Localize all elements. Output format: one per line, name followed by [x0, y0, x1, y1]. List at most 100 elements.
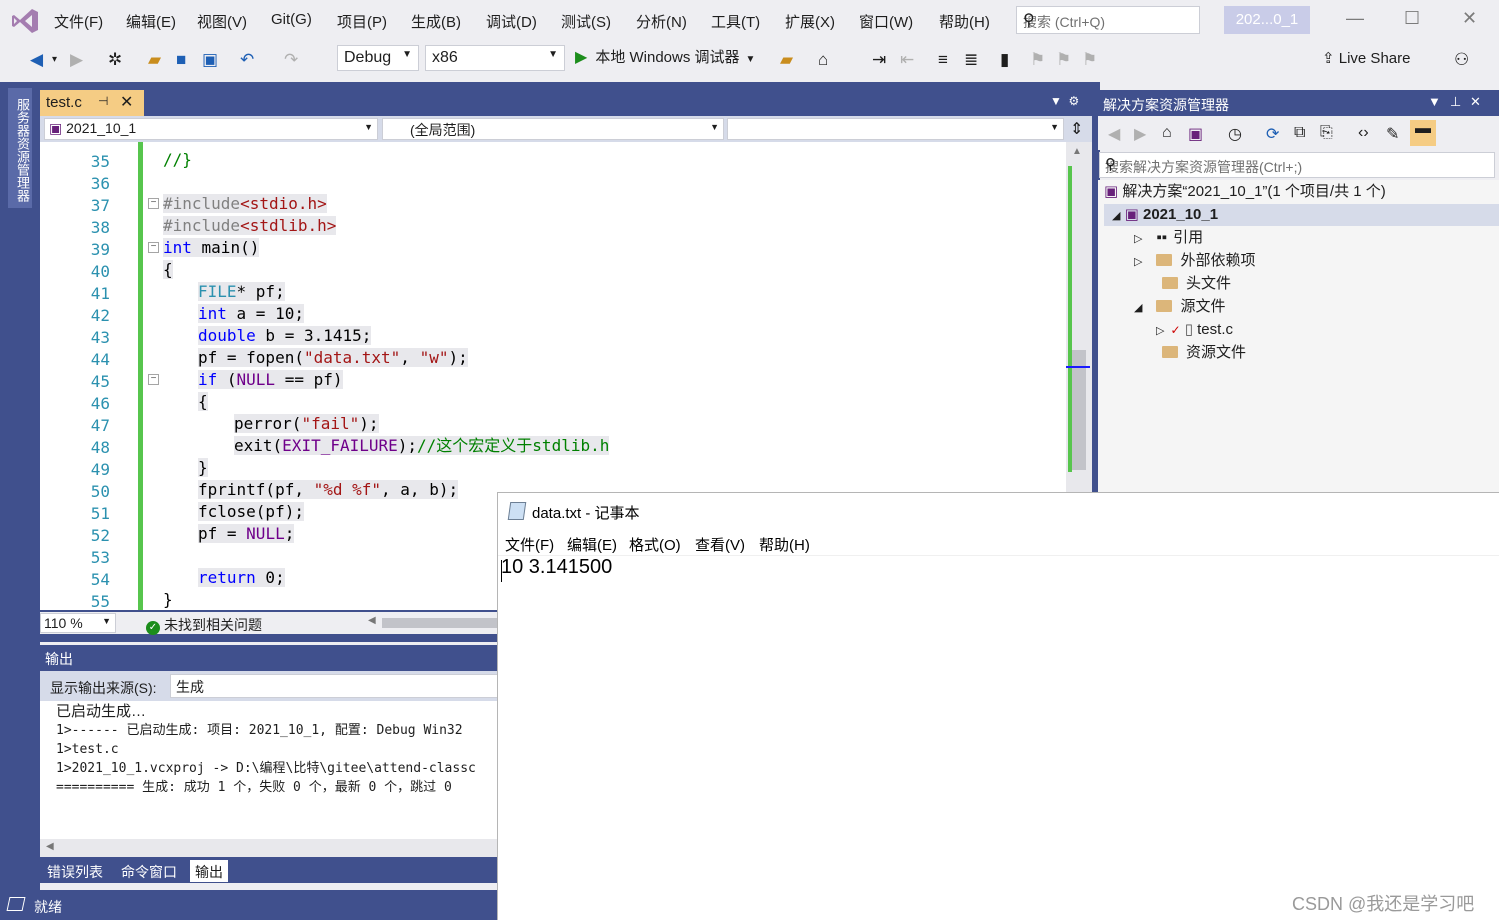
minimize-icon[interactable]: — [1346, 8, 1364, 29]
next-bookmark-icon[interactable]: ⚑ [1056, 50, 1071, 70]
zoom-select[interactable]: 110 % ▼ [40, 613, 116, 633]
properties-icon[interactable]: ✎ [1386, 124, 1399, 144]
close-tab-icon[interactable]: ✕ [120, 92, 133, 112]
menu-file[interactable]: 文件(F) [54, 11, 103, 32]
expand-arrow-icon[interactable]: ▷ [1134, 256, 1142, 268]
tab-overflow-icon[interactable]: ▼ ⚙ [1050, 94, 1079, 108]
tab-command-window[interactable]: 命令窗口 [116, 860, 182, 882]
expand-arrow-icon[interactable]: ▷ [1134, 233, 1142, 245]
collapse-all-icon[interactable]: ⧉ [1294, 124, 1305, 142]
menu-project[interactable]: 项目(P) [337, 11, 387, 32]
maximize-icon[interactable]: ☐ [1404, 8, 1420, 29]
tree-item-project[interactable]: ◢ ▣ 2021_10_1 [1112, 204, 1218, 226]
close-icon[interactable]: ✕ [1462, 8, 1477, 29]
configuration-select[interactable]: Debug ▼ [337, 45, 419, 71]
collapse-arrow-icon[interactable]: ◢ [1112, 210, 1120, 222]
live-share-button[interactable]: ⇪ Live Share [1322, 49, 1410, 67]
comment-icon[interactable]: ≡ [938, 50, 948, 70]
tab-error-list[interactable]: 错误列表 [42, 860, 108, 882]
open-folder-icon[interactable]: ▰ [148, 50, 161, 70]
menu-window[interactable]: 窗口(W) [859, 11, 913, 32]
diagnostics-icon[interactable]: ⌂ [818, 50, 828, 70]
output-text-area[interactable]: 已启动生成… 1>------ 已启动生成: 项目: 2021_10_1, 配置… [40, 701, 500, 839]
solution-name-badge[interactable]: 202...0_1 [1224, 6, 1310, 34]
uncomment-icon[interactable]: ≣ [964, 50, 978, 70]
tree-item-solution[interactable]: ▣ 解决方案“2021_10_1”(1 个项目/共 1 个) [1104, 181, 1386, 203]
tree-item-source-files[interactable]: ◢ 源文件 [1134, 296, 1225, 318]
menu-analyze[interactable]: 分析(N) [636, 11, 687, 32]
tree-item-test-c[interactable]: ▷ ✓ ▯ test.c [1156, 319, 1233, 341]
save-icon[interactable]: ■ [176, 50, 186, 70]
home-icon[interactable]: ⌂ [1162, 124, 1172, 142]
menu-build[interactable]: 生成(B) [411, 11, 461, 32]
clear-bookmarks-icon[interactable]: ⚑ [1082, 50, 1097, 70]
output-horizontal-scrollbar[interactable]: ◀ [40, 839, 500, 857]
tree-item-header-files[interactable]: 头文件 [1162, 273, 1231, 295]
feedback-icon[interactable]: ⚇ [1454, 50, 1469, 70]
menu-test[interactable]: 测试(S) [561, 11, 611, 32]
forward-icon[interactable]: ▶ [70, 50, 83, 70]
output-source-select[interactable]: 生成 [170, 674, 498, 698]
forward-icon[interactable]: ▶ [1134, 124, 1146, 144]
pin-icon[interactable]: ⊥ [1450, 94, 1461, 110]
tab-output[interactable]: 输出 [190, 860, 228, 882]
fold-toggle[interactable]: − [148, 374, 159, 385]
pin-icon[interactable]: ⊣ [98, 94, 108, 108]
scroll-up-icon[interactable]: ▲ [1072, 146, 1082, 157]
preview-selected-icon[interactable]: ▬ [1410, 120, 1436, 146]
start-debugging-button[interactable]: ▶ 本地 Windows 调试器 ▼ [575, 46, 755, 67]
tree-item-references[interactable]: ▷ ▪▪ 引用 [1134, 227, 1203, 249]
member-nav-select[interactable]: ▼ [727, 118, 1064, 140]
split-editor-icon[interactable]: ⇕ [1070, 119, 1083, 139]
browse-icon[interactable]: ▰ [780, 50, 793, 70]
search-input[interactable]: 搜索 (Ctrl+Q) ⚲ [1016, 6, 1200, 34]
fold-toggle[interactable]: − [148, 242, 159, 253]
view-code-icon[interactable]: ‹› [1358, 124, 1369, 142]
scope-nav-select[interactable]: (全局范围) ▼ [382, 118, 724, 140]
notepad-menu-view[interactable]: 查看(V) [695, 534, 745, 555]
menu-tools[interactable]: 工具(T) [711, 11, 760, 32]
outdent-icon[interactable]: ⇤ [900, 50, 914, 70]
notepad-menu-edit[interactable]: 编辑(E) [567, 534, 617, 555]
undo-icon[interactable]: ↶ [240, 50, 254, 70]
scroll-thumb[interactable] [1072, 350, 1086, 470]
indent-icon[interactable]: ⇥ [872, 50, 886, 70]
window-position-icon[interactable]: ▼ [1428, 94, 1441, 109]
pending-changes-icon[interactable]: ◷ [1228, 124, 1242, 144]
notepad-menu-file[interactable]: 文件(F) [505, 534, 554, 555]
platform-select[interactable]: x86 ▼ [425, 45, 565, 71]
tree-item-external-deps[interactable]: ▷ 外部依赖项 [1134, 250, 1255, 272]
switch-views-icon[interactable]: ▣ [1188, 124, 1203, 144]
menu-debug[interactable]: 调试(D) [486, 11, 537, 32]
menu-git[interactable]: Git(G) [271, 11, 312, 28]
bookmark-icon[interactable]: ▮ [1000, 50, 1009, 70]
sync-icon[interactable]: ⟳ [1266, 124, 1279, 144]
notepad-menu-format[interactable]: 格式(O) [629, 534, 681, 555]
chevron-down-icon[interactable]: ▾ [52, 54, 57, 65]
horizontal-scroll-thumb[interactable] [382, 618, 498, 628]
redo-icon[interactable]: ↷ [284, 50, 298, 70]
issues-indicator[interactable]: ✓ 未找到相关问题 [146, 615, 262, 635]
close-panel-icon[interactable]: ✕ [1470, 94, 1481, 110]
back-icon[interactable]: ◀ [1108, 124, 1120, 144]
collapse-arrow-icon[interactable]: ◢ [1134, 302, 1142, 314]
server-explorer-tab[interactable]: 服务器资源管理器 [8, 88, 32, 208]
tree-item-resource-files[interactable]: 资源文件 [1162, 342, 1246, 364]
prev-bookmark-icon[interactable]: ⚑ [1030, 50, 1045, 70]
menu-view[interactable]: 视图(V) [197, 11, 247, 32]
notepad-text-area[interactable]: 10 3.141500 [501, 556, 612, 579]
show-all-files-icon[interactable]: ⎘ [1320, 124, 1333, 142]
scroll-left-icon[interactable]: ◀ [46, 841, 54, 852]
new-project-icon[interactable]: ✲ [108, 50, 122, 70]
menu-help[interactable]: 帮助(H) [939, 11, 990, 32]
solution-search-input[interactable]: 搜索解决方案资源管理器(Ctrl+;) ⚲ [1099, 152, 1495, 178]
fold-toggle[interactable]: − [148, 198, 159, 209]
scroll-left-icon[interactable]: ◀ [368, 615, 376, 626]
menu-extensions[interactable]: 扩展(X) [785, 11, 835, 32]
tab-test-c[interactable]: test.c ⊣ ✕ [40, 90, 144, 116]
back-icon[interactable]: ◀ [30, 50, 43, 70]
project-nav-select[interactable]: ▣ 2021_10_1 ▼ [44, 118, 378, 140]
expand-arrow-icon[interactable]: ▷ [1156, 325, 1164, 337]
save-all-icon[interactable]: ▣ [202, 50, 218, 70]
notepad-menu-help[interactable]: 帮助(H) [759, 534, 810, 555]
